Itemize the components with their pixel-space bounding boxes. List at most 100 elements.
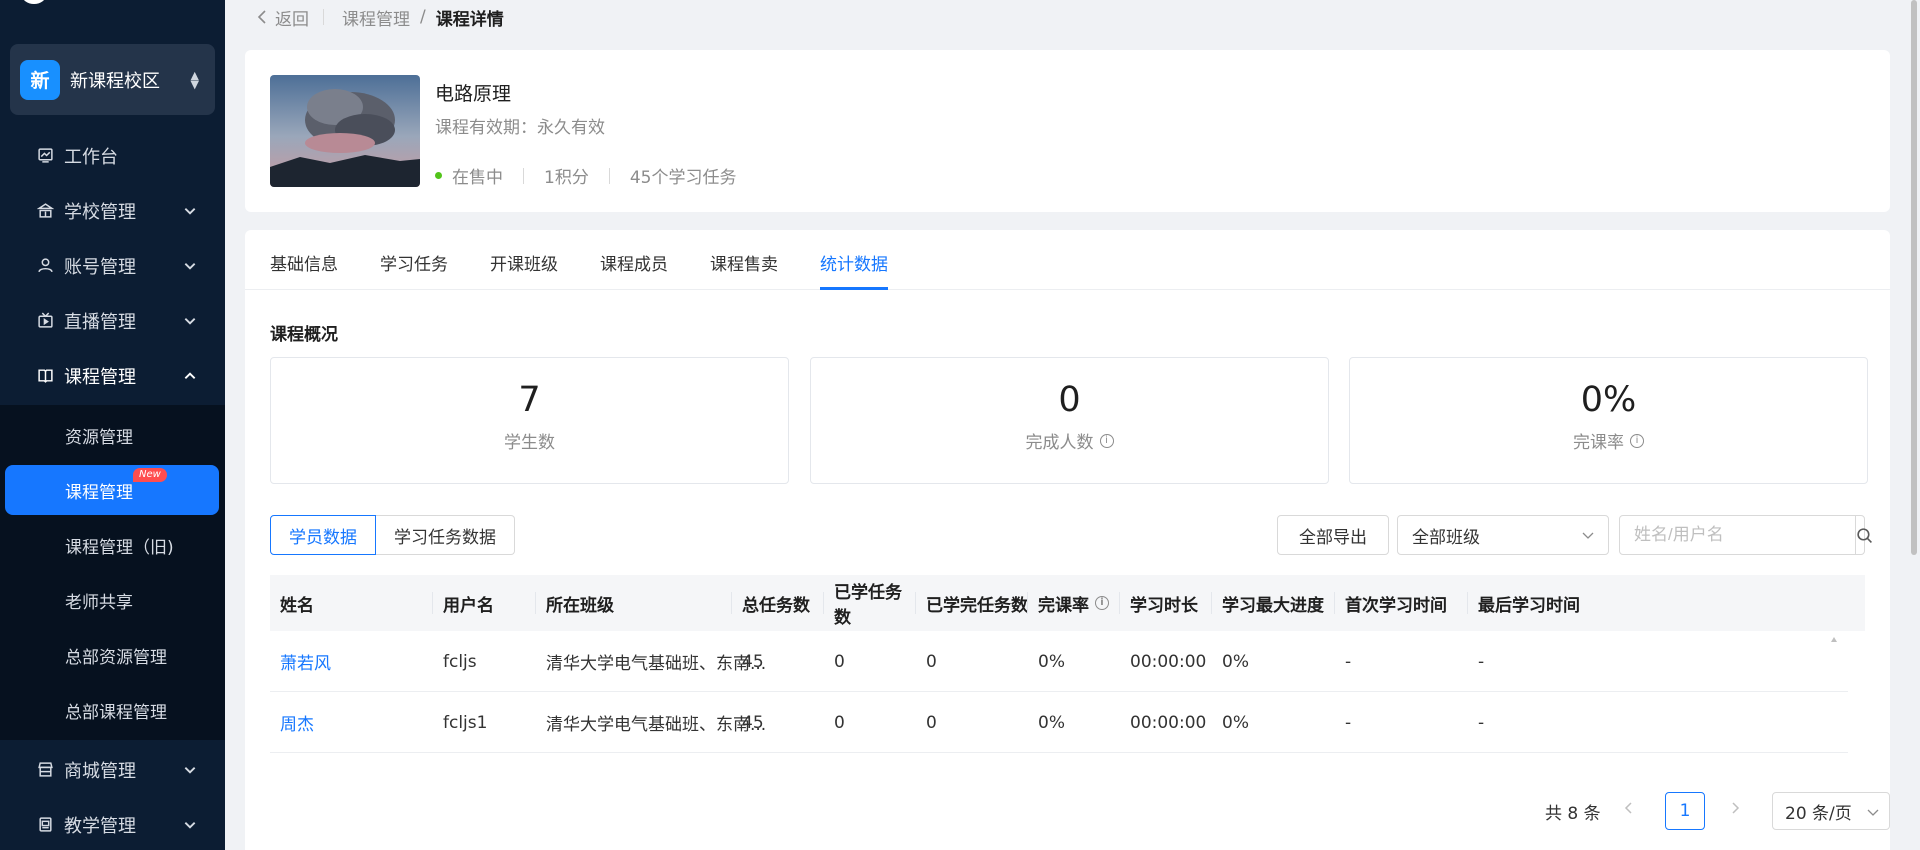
new-badge: New bbox=[133, 468, 167, 482]
teach-icon bbox=[36, 816, 54, 834]
chevron-down-icon bbox=[184, 207, 196, 215]
sidebar-item-course[interactable]: 课程管理 bbox=[0, 348, 225, 403]
back-label: 返回 bbox=[275, 9, 309, 30]
page-size-select[interactable]: 20 条/页 bbox=[1772, 792, 1890, 830]
tab-classes[interactable]: 开课班级 bbox=[490, 250, 558, 290]
col-header-label: 已学完任务数 bbox=[926, 595, 1028, 616]
campus-name: 新课程校区 bbox=[70, 70, 160, 92]
sidebar-item-label: 学校管理 bbox=[64, 201, 136, 223]
info-icon[interactable]: i bbox=[1095, 596, 1109, 610]
logo-icon bbox=[22, 0, 46, 4]
campus-switcher[interactable]: 新 新课程校区 ▲ ▼ bbox=[10, 44, 215, 115]
col-header-class: 所在班级 bbox=[536, 575, 732, 631]
chevron-down-icon bbox=[184, 317, 196, 325]
page-size-value: 20 条/页 bbox=[1785, 803, 1852, 824]
page-1-button[interactable]: 1 bbox=[1665, 792, 1705, 830]
prev-page-button[interactable] bbox=[1623, 800, 1635, 819]
chevron-down-icon bbox=[184, 262, 196, 270]
sidebar-subitem-course[interactable]: 课程管理 New bbox=[5, 465, 219, 515]
class-select-value: 全部班级 bbox=[1412, 527, 1480, 548]
sidebar-subitem-label: 课程管理（旧) bbox=[65, 537, 174, 558]
sidebar-subitem-label: 课程管理 bbox=[65, 482, 133, 503]
next-page-button[interactable] bbox=[1729, 800, 1741, 819]
stat-card-completed: 0 完成人数 i bbox=[810, 357, 1329, 484]
info-icon[interactable]: i bbox=[1099, 433, 1114, 448]
course-task-count: 45个学习任务 bbox=[629, 168, 737, 188]
col-header-username: 用户名 bbox=[433, 575, 536, 631]
cell-finished-tasks: 0 bbox=[926, 651, 937, 672]
sidebar-subitem-label: 资源管理 bbox=[65, 427, 133, 448]
sidebar-item-live[interactable]: 直播管理 bbox=[0, 293, 225, 348]
course-submenu: 资源管理 课程管理 New 课程管理（旧) 老师共享 总部资源管理 总部课程管理 bbox=[0, 405, 225, 740]
search-input[interactable] bbox=[1620, 516, 1855, 554]
tab-sales[interactable]: 课程售卖 bbox=[710, 250, 778, 290]
table-scrollbar[interactable] bbox=[1830, 630, 1838, 770]
sidebar-item-account[interactable]: 账号管理 bbox=[0, 238, 225, 293]
tab-learning-tasks[interactable]: 学习任务 bbox=[380, 250, 448, 290]
chevron-down-icon bbox=[184, 821, 196, 829]
course-validity: 课程有效期：永久有效 bbox=[435, 118, 605, 138]
cell-duration: 00:00:00 bbox=[1130, 651, 1207, 672]
stat-label: 学生数 bbox=[504, 433, 555, 453]
stat-card-students: 7 学生数 bbox=[270, 357, 789, 484]
sidebar-item-dashboard[interactable]: 工作台 bbox=[0, 128, 225, 183]
sidebar-subitem-course-old[interactable]: 课程管理（旧) bbox=[0, 520, 225, 570]
sidebar-subitem-label: 总部课程管理 bbox=[65, 702, 167, 723]
sidebar-item-school[interactable]: 学校管理 bbox=[0, 183, 225, 238]
breadcrumb: 返回 课程管理 / 课程详情 bbox=[255, 4, 504, 30]
search-button[interactable] bbox=[1855, 516, 1873, 554]
sidebar-item-teaching[interactable]: 教学管理 bbox=[0, 797, 225, 850]
sidebar-subitem-resource[interactable]: 资源管理 bbox=[0, 410, 225, 460]
col-header-label: 用户名 bbox=[443, 595, 494, 616]
col-header-first-time: 首次学习时间 bbox=[1335, 575, 1468, 631]
col-header-label: 学习最大进度 bbox=[1222, 595, 1324, 616]
col-header-label: 最后学习时间 bbox=[1478, 595, 1580, 616]
section-title: 课程概况 bbox=[270, 325, 338, 345]
export-all-button[interactable]: 全部导出 bbox=[1277, 515, 1389, 555]
campus-badge: 新 bbox=[20, 59, 60, 100]
cell-max-progress: 0% bbox=[1222, 651, 1249, 672]
chevron-down-icon bbox=[1867, 809, 1879, 816]
dashboard-icon bbox=[36, 147, 54, 165]
pagination: 共 8 条 1 20 条/页 bbox=[245, 790, 1890, 830]
stat-value: 7 bbox=[518, 380, 541, 420]
student-data-button[interactable]: 学员数据 bbox=[270, 515, 376, 555]
sidebar-item-shop[interactable]: 商城管理 bbox=[0, 742, 225, 797]
stat-value: 0 bbox=[1058, 380, 1081, 420]
chevron-left-icon bbox=[1624, 802, 1632, 814]
tab-members[interactable]: 课程成员 bbox=[600, 250, 668, 290]
table-header: 姓名 用户名 所在班级 总任务数 已学任务数 已学完任务数 完课率 i 学习时长 … bbox=[270, 575, 1865, 631]
student-table: 姓名 用户名 所在班级 总任务数 已学任务数 已学完任务数 完课率 i 学习时长 … bbox=[270, 575, 1865, 753]
sidebar-subitem-hq-course[interactable]: 总部课程管理 bbox=[0, 685, 225, 735]
sidebar-item-label: 工作台 bbox=[64, 146, 118, 168]
chevron-left-icon bbox=[257, 10, 266, 24]
cell-completion-rate: 0% bbox=[1038, 651, 1065, 672]
cell-total-tasks: 45 bbox=[742, 712, 764, 733]
tab-basic-info[interactable]: 基础信息 bbox=[270, 250, 338, 290]
stat-label: 完课率 bbox=[1573, 433, 1624, 453]
breadcrumb-current: 课程详情 bbox=[435, 9, 504, 30]
breadcrumb-parent[interactable]: 课程管理 bbox=[342, 5, 410, 30]
cell-name-link[interactable]: 萧若风 bbox=[270, 631, 331, 692]
col-header-label: 总任务数 bbox=[742, 595, 810, 616]
task-data-button[interactable]: 学习任务数据 bbox=[376, 515, 515, 555]
back-link[interactable]: 返回 bbox=[255, 5, 309, 30]
page-scrollbar[interactable] bbox=[1908, 0, 1920, 850]
divider bbox=[323, 9, 324, 25]
sidebar-subitem-hq-resource[interactable]: 总部资源管理 bbox=[0, 630, 225, 680]
info-icon[interactable]: i bbox=[1630, 433, 1644, 448]
cell-first-time: - bbox=[1345, 712, 1352, 733]
scrollbar-thumb[interactable] bbox=[1911, 0, 1917, 555]
sidebar-subitem-teacher-share[interactable]: 老师共享 bbox=[0, 575, 225, 625]
col-header-name: 姓名 bbox=[270, 575, 433, 631]
sidebar-item-label: 直播管理 bbox=[64, 311, 136, 333]
cell-learned-tasks: 0 bbox=[834, 712, 845, 733]
main-content: 返回 课程管理 / 课程详情 电路原理 课程有效期：永久有效 在售中 1积分 4… bbox=[225, 0, 1920, 850]
search-box bbox=[1619, 515, 1872, 555]
cell-name-link[interactable]: 周杰 bbox=[270, 692, 314, 753]
tab-statistics[interactable]: 统计数据 bbox=[820, 250, 888, 290]
chevron-right-icon bbox=[1732, 802, 1740, 814]
col-header-finished-tasks: 已学完任务数 bbox=[916, 575, 1028, 631]
class-select[interactable]: 全部班级 bbox=[1397, 515, 1609, 555]
pagination-total: 共 8 条 bbox=[1545, 804, 1601, 824]
